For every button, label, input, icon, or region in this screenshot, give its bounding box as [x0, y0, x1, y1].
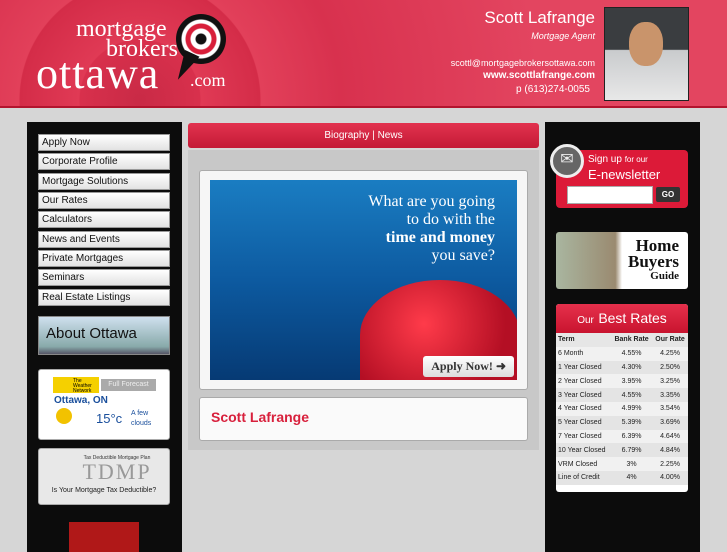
rate-cell: 3 Year Closed: [556, 388, 612, 402]
rate-row: 3 Year Closed 4.55% 3.35%: [556, 388, 688, 402]
rate-cell: 2.25%: [652, 457, 688, 471]
rate-row: 5 Year Closed 5.39% 3.69%: [556, 415, 688, 430]
envelope-icon: ✉: [550, 144, 584, 178]
weather-city: Ottawa, ON: [54, 395, 108, 406]
award-badge: [69, 522, 139, 552]
rate-cell: Line of Credit: [556, 470, 612, 485]
rate-cell: 5 Year Closed: [556, 415, 612, 430]
nav-corporate-profile[interactable]: Corporate Profile: [38, 153, 170, 170]
newsletter-email-input[interactable]: [567, 186, 653, 204]
nav-our-rates[interactable]: Our Rates: [38, 192, 170, 209]
newsletter-box: ✉ Sign up for our E-newsletter GO: [550, 144, 688, 208]
rate-row: 2 Year Closed 3.95% 3.25%: [556, 374, 688, 389]
rate-cell: 4.00%: [652, 470, 688, 485]
about-ottawa-banner[interactable]: About Ottawa: [38, 316, 170, 355]
rate-cell: 2 Year Closed: [556, 374, 612, 389]
rate-row: 6 Month 4.55% 4.25%: [556, 346, 688, 361]
bio-name: Scott Lafrange: [211, 409, 310, 425]
best-rates-box: Our Best Rates Term Bank Rate Our Rate 6 M…: [556, 304, 688, 492]
rate-row: 7 Year Closed 6.39% 4.64%: [556, 429, 688, 444]
home-buyers-guide-banner[interactable]: Home Buyers Guide: [556, 232, 688, 289]
newsletter-go-button[interactable]: GO: [656, 187, 680, 202]
nav-private-mortgages[interactable]: Private Mortgages: [38, 250, 170, 267]
nav-real-estate-listings[interactable]: Real Estate Listings: [38, 289, 170, 306]
rate-row: 1 Year Closed 4.30% 2.50%: [556, 360, 688, 375]
rates-table: Term Bank Rate Our Rate 6 Month 4.55% 4.25% 1…: [556, 333, 688, 485]
left-sidebar: Apply Now Corporate Profile Mortgage Sol…: [27, 122, 182, 552]
rate-row: VRM Closed 3% 2.25%: [556, 457, 688, 471]
arrow-right-icon: ➜: [495, 359, 506, 373]
rate-cell: 4.30%: [611, 360, 653, 375]
nav-mortgage-solutions[interactable]: Mortgage Solutions: [38, 173, 170, 190]
agent-name: Scott Lafrange: [484, 8, 595, 27]
weather-widget: The Weather Network Full Forecast Ottawa…: [38, 369, 170, 440]
agent-photo: [604, 7, 689, 101]
logo-text: .com: [190, 70, 226, 90]
rate-cell: 4.64%: [652, 429, 688, 444]
rate-cell: 5.39%: [611, 415, 653, 430]
rate-cell: 4.99%: [611, 401, 653, 416]
rate-cell: 4%: [611, 470, 653, 485]
agent-title: Mortgage Agent: [531, 31, 595, 41]
agent-email-link[interactable]: scottl@mortgagebrokersottawa.com: [451, 58, 595, 68]
rate-cell: VRM Closed: [556, 457, 612, 471]
rate-cell: 4 Year Closed: [556, 401, 612, 416]
logo-text: ottawa: [36, 49, 160, 98]
rate-cell: 3.95%: [611, 374, 653, 389]
logo-target-icon: [176, 14, 226, 64]
rate-cell: 4.84%: [652, 443, 688, 458]
right-sidebar: ✉ Sign up for our E-newsletter GO Home B…: [545, 122, 700, 552]
hero-text: What are you going to do with the time a…: [368, 193, 495, 264]
rate-cell: 3%: [611, 457, 653, 471]
header: mortgage brokers ottawa .com Scott Lafra…: [0, 0, 727, 108]
weather-temp: 15°c: [96, 411, 123, 426]
nav-news-events[interactable]: News and Events: [38, 231, 170, 248]
best-rates-title: Our Best Rates: [556, 304, 688, 333]
bio-card: Scott Lafrange: [199, 397, 528, 441]
rate-cell: 3.54%: [652, 401, 688, 416]
agent-phone: p (613)274-0055: [516, 84, 590, 95]
rate-row: 10 Year Closed 6.79% 4.84%: [556, 443, 688, 458]
rate-cell: 10 Year Closed: [556, 443, 612, 458]
newsletter-heading: E-newsletter: [588, 167, 661, 182]
rate-cell: 4.25%: [652, 346, 688, 361]
rate-cell: 2.50%: [652, 360, 688, 375]
rate-row: Line of Credit 4% 4.00%: [556, 470, 688, 485]
tdmp-banner[interactable]: Tax Deductible Mortgage Plan TDMP Is You…: [38, 448, 170, 505]
nav-calculators[interactable]: Calculators: [38, 211, 170, 228]
rate-cell: 7 Year Closed: [556, 429, 612, 444]
apply-now-button[interactable]: Apply Now! ➜: [423, 356, 514, 377]
rate-cell: 3.35%: [652, 388, 688, 402]
rate-row: 4 Year Closed 4.99% 3.54%: [556, 401, 688, 416]
nav-apply-now[interactable]: Apply Now: [38, 134, 170, 151]
hero-banner[interactable]: What are you going to do with the time a…: [210, 180, 517, 380]
full-forecast-button[interactable]: Full Forecast: [101, 379, 156, 391]
tdmp-logo: TDMP: [82, 459, 152, 484]
rate-cell: 4.55%: [611, 388, 653, 402]
agent-website-link[interactable]: www.scottlafrange.com: [483, 70, 595, 81]
tdmp-tagline: Is Your Mortgage Tax Deductible?: [51, 487, 157, 494]
rate-cell: 3.69%: [652, 415, 688, 430]
biography-news-bar[interactable]: Biography | News: [188, 123, 539, 148]
rate-cell: 4.55%: [611, 346, 653, 361]
rate-cell: 6.79%: [611, 443, 653, 458]
weather-network-logo: The Weather Network: [53, 377, 99, 394]
sun-cloud-icon: [56, 408, 72, 424]
rate-cell: 6.39%: [611, 429, 653, 444]
weather-condition: A few clouds: [131, 410, 152, 427]
rate-cell: 6 Month: [556, 346, 612, 361]
rate-cell: 3.25%: [652, 374, 688, 389]
rate-cell: 1 Year Closed: [556, 360, 612, 375]
nav-seminars[interactable]: Seminars: [38, 269, 170, 286]
